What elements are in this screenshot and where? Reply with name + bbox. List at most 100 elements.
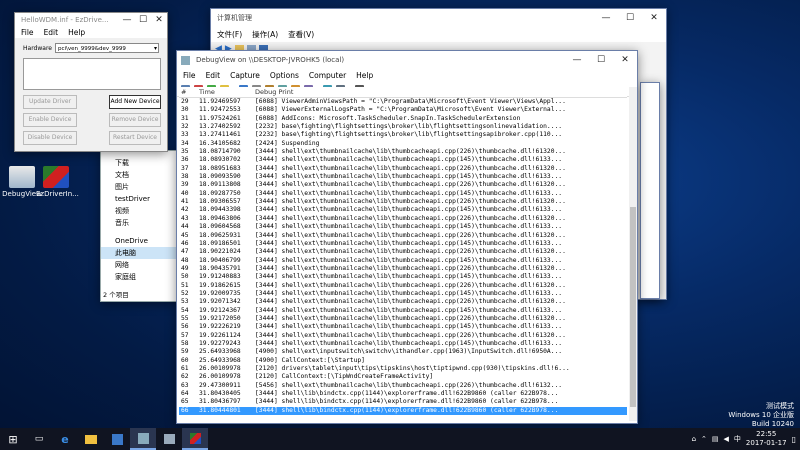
- table-row[interactable]: 43 18.09463806 [3444] shell\ext\thumbnailc…: [179, 215, 627, 223]
- close-button[interactable]: ✕: [642, 13, 666, 23]
- table-row[interactable]: 53 19.92071342 [3444] shell\ext\thumbnailc…: [179, 298, 627, 306]
- debug-output-table[interactable]: # Time Debug Print 29 11.92469597 [6088] V…: [179, 87, 627, 421]
- table-row[interactable]: 50 19.91240883 [3444] shell\ext\thumbnailc…: [179, 273, 627, 281]
- menu-computer[interactable]: Computer: [309, 71, 346, 80]
- nav-item-documents[interactable]: 文档: [101, 169, 177, 181]
- table-row[interactable]: 38 18.09093590 [3444] shell\ext\thumbnailc…: [179, 173, 627, 181]
- close-button[interactable]: ✕: [151, 15, 167, 25]
- taskbar-edge[interactable]: e: [52, 428, 78, 450]
- maximize-button[interactable]: ☐: [589, 55, 613, 65]
- nav-item-pictures[interactable]: 图片: [101, 181, 177, 193]
- table-row[interactable]: 63 29.47300911 [5456] shell\ext\thumbnailc…: [179, 382, 627, 390]
- table-row[interactable]: 52 19.92009735 [3444] shell\ext\thumbnailc…: [179, 290, 627, 298]
- table-row[interactable]: 60 25.64933968 [4900] CallContext:[\Startu…: [179, 357, 627, 365]
- table-row[interactable]: 33 13.27411461 [2232] base\fighting\flight…: [179, 131, 627, 139]
- table-row[interactable]: 58 19.92279243 [3444] shell\ext\thumbnailc…: [179, 340, 627, 348]
- input-language[interactable]: 中: [734, 434, 741, 444]
- table-row[interactable]: 54 19.92124367 [3444] shell\ext\thumbnailc…: [179, 307, 627, 315]
- menu-file[interactable]: File: [183, 71, 196, 80]
- table-row[interactable]: 48 18.90406799 [3444] shell\ext\thumbnailc…: [179, 257, 627, 265]
- table-row[interactable]: 37 18.08951683 [3444] shell\ext\thumbnailc…: [179, 165, 627, 173]
- table-row[interactable]: 39 18.09113808 [3444] shell\ext\thumbnailc…: [179, 181, 627, 189]
- people-icon[interactable]: ⌂: [692, 435, 696, 443]
- hardware-select[interactable]: pci\ven_9999&dev_9999 ▾: [55, 43, 159, 53]
- nav-item-homegroup[interactable]: 家庭组: [101, 271, 177, 283]
- table-row[interactable]: 32 13.27402592 [2232] base\fighting\flight…: [179, 123, 627, 131]
- taskbar-ezdriverinstaller[interactable]: [182, 428, 208, 450]
- nav-item-network[interactable]: 网络: [101, 259, 177, 271]
- nav-item-testdriver[interactable]: testDriver: [101, 193, 177, 205]
- taskbar-store[interactable]: [104, 428, 130, 450]
- table-row[interactable]: 66 31.80444801 [3444] shell\lib\bindctx.cp…: [179, 406, 627, 416]
- table-row[interactable]: 36 18.08930702 [3444] shell\ext\thumbnailc…: [179, 156, 627, 164]
- nav-item-downloads[interactable]: 下载: [101, 157, 177, 169]
- column-header-index[interactable]: #: [179, 87, 199, 97]
- disable-device-button[interactable]: Disable Device: [23, 131, 77, 145]
- menu-edit[interactable]: Edit: [44, 28, 59, 37]
- table-row[interactable]: 65 31.80436797 [3444] shell\lib\bindctx.cp…: [179, 398, 627, 406]
- table-row[interactable]: 59 25.64933968 [4900] shell\ext\inputswitc…: [179, 348, 627, 356]
- vertical-scrollbar[interactable]: [629, 87, 637, 421]
- menu-options[interactable]: Options: [270, 71, 299, 80]
- minimize-button[interactable]: —: [119, 15, 135, 25]
- update-driver-button[interactable]: Update Driver: [23, 95, 77, 109]
- notification-icon[interactable]: ▯: [792, 435, 796, 444]
- clock[interactable]: 22:55 2017-01-17: [746, 430, 787, 448]
- chevron-down-icon[interactable]: ▾: [154, 44, 157, 54]
- taskbar-debugview[interactable]: [130, 428, 156, 450]
- nav-item-videos[interactable]: 视频: [101, 205, 177, 217]
- volume-icon[interactable]: ◀: [724, 435, 729, 443]
- menu-action[interactable]: 操作(A): [252, 29, 278, 40]
- menu-file[interactable]: 文件(F): [217, 29, 242, 40]
- table-row[interactable]: 55 19.92172050 [3444] shell\ext\thumbnailc…: [179, 315, 627, 323]
- minimize-button[interactable]: —: [565, 55, 589, 65]
- nav-item-music[interactable]: 音乐: [101, 217, 177, 229]
- table-row[interactable]: 34 16.34105682 [2424] Suspending: [179, 140, 627, 148]
- desktop-icon-ezdriverinstaller[interactable]: EzDriverIn...: [36, 166, 79, 198]
- enable-device-button[interactable]: Enable Device: [23, 113, 77, 127]
- table-row[interactable]: 29 11.92469597 [6088] ViewerAdminViewsPath…: [179, 98, 627, 106]
- table-row[interactable]: 61 26.00109978 [2120] drivers\tablet\input…: [179, 365, 627, 373]
- table-row[interactable]: 47 18.90221024 [3444] shell\ext\thumbnailc…: [179, 248, 627, 256]
- table-row[interactable]: 44 18.09604568 [3444] shell\ext\thumbnailc…: [179, 223, 627, 231]
- table-row[interactable]: 46 18.09186501 [3444] shell\ext\thumbnailc…: [179, 240, 627, 248]
- minimize-button[interactable]: —: [594, 13, 618, 23]
- menu-help[interactable]: Help: [68, 28, 85, 37]
- start-button[interactable]: ⊞: [0, 428, 26, 450]
- close-button[interactable]: ✕: [613, 55, 637, 65]
- menu-view[interactable]: 查看(V): [288, 29, 314, 40]
- menu-capture[interactable]: Capture: [230, 71, 260, 80]
- remove-device-button[interactable]: Remove Device: [109, 113, 161, 127]
- chevron-up-icon[interactable]: ⌃: [701, 435, 707, 443]
- taskbar-explorer[interactable]: [78, 428, 104, 450]
- table-row[interactable]: 49 18.90435791 [3444] shell\ext\thumbnailc…: [179, 265, 627, 273]
- table-row[interactable]: 30 11.92472553 [6088] ViewerExternalLogsPa…: [179, 106, 627, 114]
- nav-item-onedrive[interactable]: OneDrive: [101, 235, 177, 247]
- table-row[interactable]: 62 26.00109978 [2120] CallContext:[\TipWnd…: [179, 373, 627, 381]
- menu-file[interactable]: File: [21, 28, 34, 37]
- taskbar-computer-management[interactable]: [156, 428, 182, 450]
- table-row[interactable]: 51 19.91862615 [3444] shell\ext\thumbnailc…: [179, 282, 627, 290]
- restart-device-button[interactable]: Restart Device: [109, 131, 161, 145]
- column-header-debug-print[interactable]: Debug Print: [255, 87, 627, 97]
- column-header-time[interactable]: Time: [199, 87, 255, 97]
- maximize-button[interactable]: ☐: [135, 15, 151, 25]
- nav-item-this-pc[interactable]: 此电脑: [101, 247, 177, 259]
- menu-edit[interactable]: Edit: [206, 71, 221, 80]
- device-list[interactable]: [23, 58, 161, 90]
- add-new-device-button[interactable]: Add New Device: [109, 95, 161, 109]
- table-row[interactable]: 35 18.08714790 [3444] shell\ext\thumbnailc…: [179, 148, 627, 156]
- table-row[interactable]: 42 18.09443398 [3444] shell\ext\thumbnailc…: [179, 206, 627, 214]
- scrollbar-thumb[interactable]: [630, 207, 636, 407]
- table-row[interactable]: 41 18.09306557 [3444] shell\ext\thumbnailc…: [179, 198, 627, 206]
- table-row[interactable]: 56 19.92226219 [3444] shell\ext\thumbnailc…: [179, 323, 627, 331]
- table-row[interactable]: 45 18.09625931 [3444] shell\ext\thumbnailc…: [179, 232, 627, 240]
- network-icon[interactable]: ▤: [712, 435, 719, 443]
- maximize-button[interactable]: ☐: [618, 13, 642, 23]
- table-row[interactable]: 40 18.09287750 [3444] shell\ext\thumbnailc…: [179, 190, 627, 198]
- task-view-button[interactable]: ▭: [26, 428, 52, 450]
- table-row[interactable]: 31 11.97524261 [6088] AddIcons: Microsoft.…: [179, 115, 627, 123]
- table-row[interactable]: 64 31.80430405 [3444] shell\lib\bindctx.cp…: [179, 390, 627, 398]
- table-row[interactable]: 57 19.92261124 [3444] shell\ext\thumbnailc…: [179, 332, 627, 340]
- menu-help[interactable]: Help: [356, 71, 373, 80]
